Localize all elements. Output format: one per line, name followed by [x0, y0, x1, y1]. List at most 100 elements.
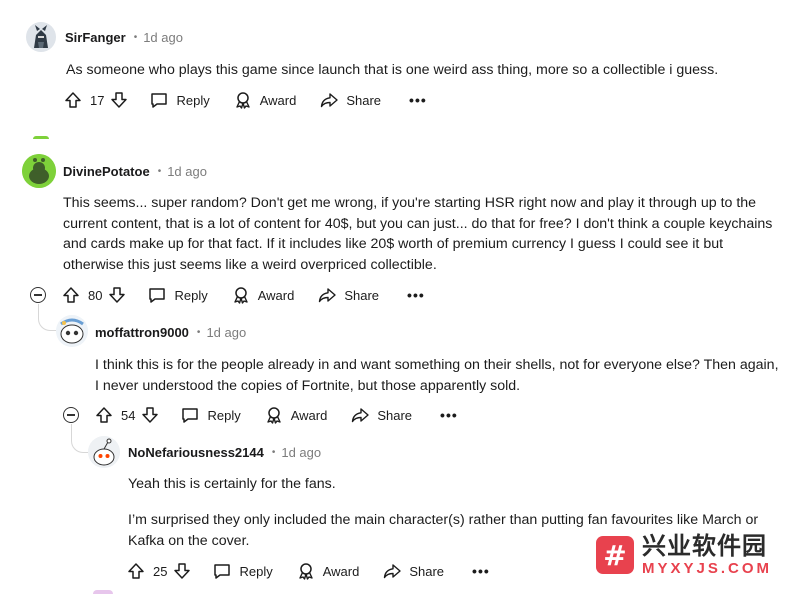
comment-text-line: current content, that is a lot of conten… — [63, 215, 773, 232]
award-button[interactable]: Award — [265, 406, 328, 424]
timestamp[interactable]: 1d ago — [167, 164, 207, 179]
comment-text-line: Yeah this is certainly for the fans. — [128, 476, 336, 492]
thread-connector — [71, 424, 89, 453]
username[interactable]: DivinePotatoe — [63, 164, 150, 179]
separator-dot: • — [133, 31, 138, 43]
downvote-button[interactable] — [141, 406, 159, 424]
comment-actions: 17 Reply Award Share ••• — [64, 88, 427, 112]
comment-meta: moffattron9000 • 1d ago — [95, 322, 246, 342]
vote-count: 80 — [88, 287, 103, 303]
collapse-thread-button[interactable] — [63, 407, 79, 423]
award-button[interactable]: Award — [232, 286, 295, 304]
comment-actions: 80 Reply Award Share ••• — [62, 283, 425, 307]
award-button[interactable]: Award — [297, 562, 360, 580]
downvote-arrow-icon — [142, 407, 159, 423]
watermark-domain: MYXYJS.COM — [642, 560, 773, 577]
share-label: Share — [377, 407, 413, 423]
separator-dot: • — [196, 326, 201, 338]
watermark-text: 兴业软件园 MYXYJS.COM — [642, 534, 772, 576]
award-ribbon-icon — [234, 287, 248, 304]
award-ribbon-icon — [236, 92, 250, 109]
award-button[interactable]: Award — [234, 91, 297, 109]
award-label: Award — [322, 563, 360, 579]
more-options-button[interactable]: ••• — [472, 563, 490, 579]
more-options-button[interactable]: ••• — [407, 287, 425, 303]
timestamp[interactable]: 1d ago — [281, 445, 321, 460]
reply-button[interactable]: Reply — [148, 286, 208, 304]
username[interactable]: SirFanger — [65, 30, 126, 45]
comment-bubble-icon — [214, 564, 231, 579]
award-ribbon-icon — [267, 407, 281, 424]
upvote-arrow-icon — [63, 287, 79, 303]
avatar-edge-decoration — [93, 590, 113, 594]
share-arrow-icon — [321, 93, 339, 108]
share-button[interactable]: Share — [318, 286, 379, 304]
avatar-sirfanger[interactable] — [26, 22, 56, 52]
reply-label: Reply — [239, 563, 273, 579]
reply-button[interactable]: Reply — [181, 406, 241, 424]
watermark: # 兴业软件园 MYXYJS.COM — [590, 526, 800, 584]
vote-count: 17 — [90, 92, 105, 108]
share-arrow-icon — [384, 564, 402, 579]
comment-actions: 54 Reply Award Share ••• — [95, 403, 458, 427]
avatar-divinepotatoe[interactable] — [22, 154, 56, 188]
comment-text-line: I never understood the copies of Fortnit… — [95, 377, 521, 394]
award-label: Award — [290, 407, 328, 423]
comment-bubble-icon — [149, 288, 166, 303]
award-label: Award — [259, 92, 297, 108]
comment-text-line: As someone who plays this game since lau… — [66, 62, 719, 78]
upvote-button[interactable] — [64, 91, 82, 109]
downvote-arrow-icon — [109, 287, 126, 303]
upvote-button[interactable] — [62, 286, 80, 304]
avatar-nonefariousness2144[interactable] — [88, 436, 120, 468]
avatar-moffattron9000[interactable] — [56, 315, 88, 347]
downvote-button[interactable] — [108, 286, 126, 304]
upvote-arrow-icon — [65, 92, 81, 108]
comment-text-line: and cards make up for that fact. If it i… — [63, 236, 724, 252]
share-button[interactable]: Share — [383, 562, 444, 580]
vote-count: 54 — [121, 407, 136, 423]
username[interactable]: NoNefariousness2144 — [128, 445, 264, 460]
separator-dot: • — [271, 446, 276, 458]
comment-bubble-icon — [182, 408, 199, 423]
share-button[interactable]: Share — [351, 406, 412, 424]
reply-label: Reply — [174, 287, 208, 303]
downvote-arrow-icon — [174, 563, 191, 579]
comment-body: I think this is for the people already i… — [95, 355, 779, 396]
timestamp[interactable]: 1d ago — [143, 30, 183, 45]
share-arrow-icon — [319, 288, 337, 303]
award-label: Award — [257, 287, 295, 303]
share-label: Share — [409, 563, 445, 579]
share-label: Share — [344, 287, 380, 303]
upvote-button[interactable] — [95, 406, 113, 424]
avatar-knight-icon — [26, 22, 56, 52]
reply-button[interactable]: Reply — [213, 562, 273, 580]
downvote-button[interactable] — [110, 91, 128, 109]
comment-actions: 25 Reply Award Share ••• — [127, 559, 490, 583]
reply-button[interactable]: Reply — [150, 91, 210, 109]
more-options-button[interactable]: ••• — [440, 407, 458, 423]
username[interactable]: moffattron9000 — [95, 325, 189, 340]
comment-meta: DivinePotatoe • 1d ago — [63, 161, 207, 181]
collapse-thread-button[interactable] — [30, 287, 46, 303]
comment-text-line: Kafka on the cover. — [128, 532, 250, 549]
thread-connector — [38, 304, 57, 331]
share-button[interactable]: Share — [320, 91, 381, 109]
upvote-button[interactable] — [127, 562, 145, 580]
reply-label: Reply — [176, 92, 210, 108]
comment-body: As someone who plays this game since lau… — [66, 60, 718, 81]
share-label: Share — [346, 92, 382, 108]
avatar-snoo-icon — [56, 315, 88, 347]
avatar-snoo-icon — [88, 436, 120, 468]
watermark-title: 兴业软件园 — [642, 532, 767, 560]
vote-count: 25 — [153, 563, 168, 579]
comment-meta: NoNefariousness2144 • 1d ago — [128, 442, 321, 462]
comment-body: Yeah this is certainly for the fans. — [128, 474, 336, 495]
reply-label: Reply — [207, 407, 241, 423]
comment-text-line: This seems... super random? Don't get me… — [63, 195, 757, 211]
downvote-button[interactable] — [173, 562, 191, 580]
more-options-button[interactable]: ••• — [409, 92, 427, 108]
comment-text-line: I think this is for the people already i… — [95, 357, 779, 373]
timestamp[interactable]: 1d ago — [206, 325, 246, 340]
comment-text-line: otherwise this just seems like a weird o… — [63, 256, 437, 273]
